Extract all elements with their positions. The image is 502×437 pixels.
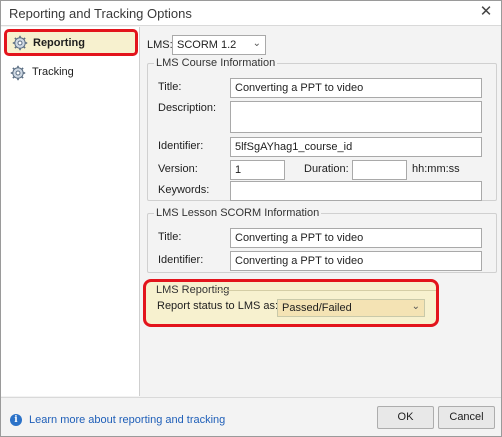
info-icon: i <box>10 414 22 426</box>
reporting-tracking-dialog: Reporting and Tracking Options ✕ Reporti… <box>0 0 502 437</box>
lms-select[interactable]: SCORM 1.2 ⌄ <box>172 35 266 55</box>
course-duration-field[interactable] <box>352 160 407 180</box>
lesson-info-group: LMS Lesson SCORM Information Title: Conv… <box>147 207 497 273</box>
lms-label: LMS: <box>147 39 173 51</box>
course-keywords-field[interactable] <box>230 181 482 201</box>
gear-icon <box>10 65 26 81</box>
identifier-label: Identifier: <box>158 254 204 266</box>
close-icon[interactable]: ✕ <box>477 3 495 21</box>
divider <box>216 290 436 291</box>
group-legend: LMS Course Information <box>154 57 278 69</box>
main-panel: LMS: SCORM 1.2 ⌄ LMS Course Information … <box>141 27 501 396</box>
duration-unit: hh:mm:ss <box>412 163 460 175</box>
footer-bar: i Learn more about reporting and trackin… <box>1 397 501 436</box>
sidebar: Reporting Tracking <box>1 27 140 396</box>
sidebar-item-reporting[interactable]: Reporting <box>4 29 138 56</box>
window-title: Reporting and Tracking Options <box>9 6 192 21</box>
title-label: Title: <box>158 81 182 93</box>
cancel-button[interactable]: Cancel <box>438 406 495 429</box>
course-version-field[interactable]: 1 <box>230 160 285 180</box>
lesson-identifier-field[interactable]: Converting a PPT to video <box>230 251 482 271</box>
course-identifier-field[interactable]: 5lfSgAYhag1_course_id <box>230 137 482 157</box>
chevron-down-icon: ⌄ <box>252 38 261 49</box>
lesson-title-field[interactable]: Converting a PPT to video <box>230 228 482 248</box>
lms-reporting-group: LMS Reporting Report status to LMS as: P… <box>143 279 439 327</box>
help-link[interactable]: Learn more about reporting and tracking <box>29 414 225 426</box>
version-label: Version: <box>158 163 198 175</box>
sidebar-item-tracking[interactable]: Tracking <box>1 59 140 87</box>
duration-label: Duration: <box>304 163 349 175</box>
keywords-label: Keywords: <box>158 184 210 196</box>
group-legend: LMS Lesson SCORM Information <box>154 207 322 219</box>
sidebar-item-label: Reporting <box>33 37 85 49</box>
course-description-field[interactable] <box>230 101 482 133</box>
gear-icon <box>12 35 28 51</box>
course-title-field[interactable]: Converting a PPT to video <box>230 78 482 98</box>
title-bar: Reporting and Tracking Options ✕ <box>1 1 501 26</box>
identifier-label: Identifier: <box>158 140 204 152</box>
report-status-label: Report status to LMS as: <box>157 300 279 312</box>
report-status-select[interactable]: Passed/Failed ⌄ <box>277 299 425 317</box>
title-label: Title: <box>158 231 182 243</box>
description-label: Description: <box>158 102 217 114</box>
course-info-group: LMS Course Information Title: Converting… <box>147 57 497 201</box>
report-status-value: Passed/Failed <box>282 302 352 314</box>
ok-button[interactable]: OK <box>377 406 434 429</box>
chevron-down-icon: ⌄ <box>411 301 420 312</box>
sidebar-item-label: Tracking <box>32 66 74 78</box>
lms-select-value: SCORM 1.2 <box>177 39 237 51</box>
